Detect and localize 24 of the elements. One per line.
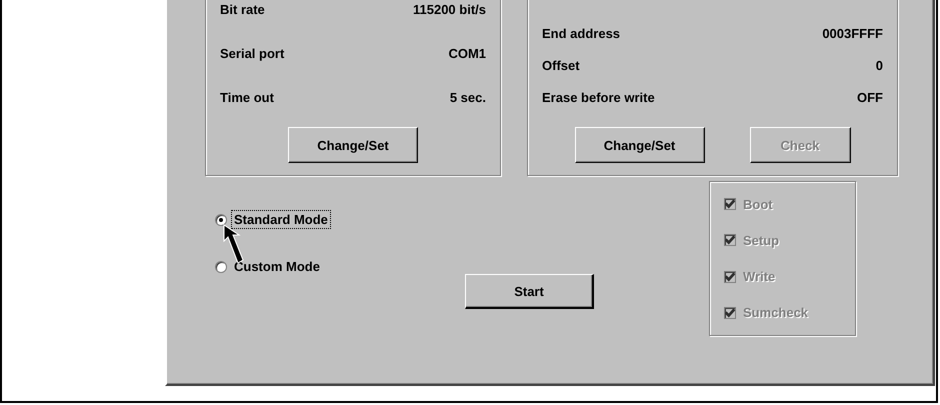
setting-label: Time out: [220, 90, 274, 104]
change-set-button[interactable]: Change/Set: [574, 127, 704, 163]
setting-label: Offset: [542, 58, 580, 72]
setting-label: End address: [542, 26, 620, 40]
setting-value: 0003FFFF: [822, 26, 883, 40]
setting-value: 115200 bit/s: [413, 2, 486, 16]
step-label: Boot: [743, 196, 773, 212]
setting-value: 5 sec.: [450, 90, 486, 104]
mode-label[interactable]: Standard Mode: [232, 211, 330, 228]
change-set-button[interactable]: Change/Set: [288, 127, 418, 163]
step-label: Write: [743, 269, 776, 284]
start-button[interactable]: Start: [465, 274, 594, 309]
step-label: Setup: [743, 232, 780, 248]
radio-button[interactable]: [215, 214, 227, 226]
setting-value: 0: [876, 58, 883, 72]
mouse-pointer-icon: [223, 224, 245, 264]
radio-button[interactable]: [215, 260, 227, 272]
setting-value: OFF: [857, 90, 883, 104]
setting-label: Bit rate: [220, 2, 265, 16]
setting-value: COM1: [448, 46, 486, 60]
mode-label[interactable]: Custom Mode: [232, 258, 322, 275]
setting-label: Erase before write: [542, 90, 655, 104]
step-label: Sumcheck: [743, 305, 808, 320]
setting-label: Serial port: [220, 46, 284, 60]
